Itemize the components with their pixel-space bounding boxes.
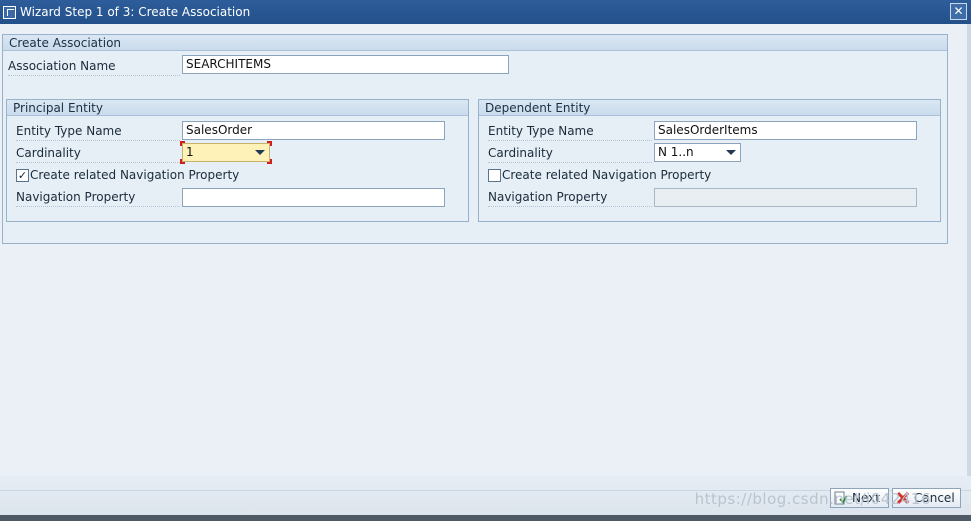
dependent-cardinality-label: Cardinality [488,143,652,163]
title-bar: Wizard Step 1 of 3: Create Association ✕ [0,0,971,24]
focus-corner-tl [180,141,185,146]
principal-entity-type-input[interactable]: SalesOrder [182,121,445,140]
close-icon[interactable]: ✕ [950,3,967,20]
dialog-content: Create Association Association Name SEAR… [0,24,971,492]
create-association-header: Create Association [3,35,947,51]
association-name-label: Association Name [8,56,180,76]
focus-corner-br [267,159,272,164]
principal-nav-checkbox-label: Create related Navigation Property [30,168,240,182]
principal-cardinality-label: Cardinality [16,143,180,163]
dependent-nav-checkbox[interactable] [488,169,501,182]
dependent-nav-checkbox-label: Create related Navigation Property [502,168,712,182]
principal-nav-checkbox[interactable]: ✓ [16,169,29,182]
dependent-entity-header: Dependent Entity [479,100,940,116]
principal-entity-type-label: Entity Type Name [16,121,180,141]
dependent-cardinality-select[interactable]: N 1..n [654,143,741,162]
wizard-icon [3,5,16,19]
principal-cardinality-value: 1 [186,145,194,159]
principal-entity-header: Principal Entity [7,100,468,116]
principal-nav-property-input[interactable] [182,188,445,207]
dependent-nav-property-label: Navigation Property [488,187,652,207]
dependent-cardinality-value: N 1..n [658,145,694,159]
association-name-input[interactable]: SEARCHITEMS [182,55,509,74]
dependent-entity-type-label: Entity Type Name [488,121,652,141]
chevron-down-icon[interactable] [255,150,265,155]
window-title: Wizard Step 1 of 3: Create Association [20,5,251,19]
right-border [967,24,971,492]
watermark-text: https://blog.csdn.net/i042416 [694,490,931,508]
principal-cardinality-select[interactable]: 1 [180,141,272,164]
principal-nav-property-label: Navigation Property [16,187,180,207]
focus-corner-tr [267,141,272,146]
status-bar [0,515,971,521]
dependent-entity-type-input[interactable]: SalesOrderItems [654,121,917,140]
dependent-nav-property-input [654,188,917,207]
focus-corner-bl [180,159,185,164]
chevron-down-icon[interactable] [726,150,736,155]
